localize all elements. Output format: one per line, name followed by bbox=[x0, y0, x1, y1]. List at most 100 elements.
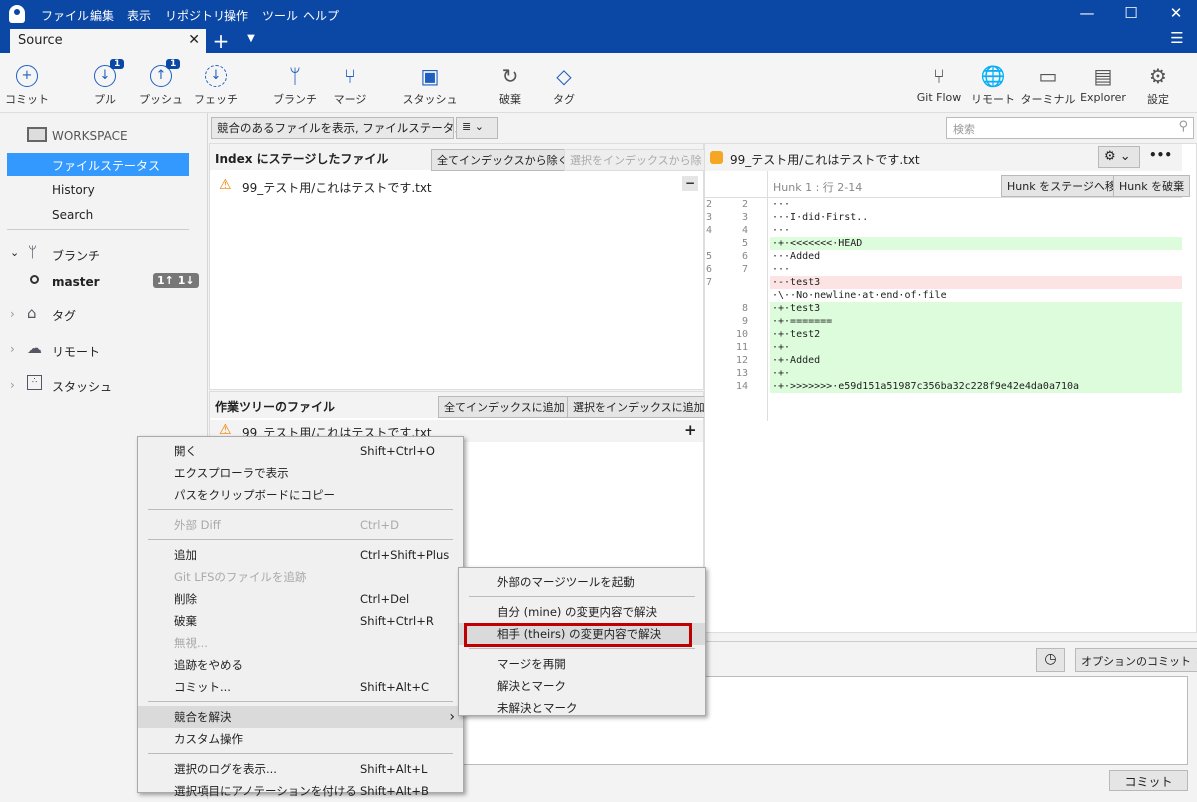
old-line-number: 7 bbox=[706, 277, 713, 288]
diff-line: 5 6 ···Added bbox=[704, 250, 1182, 263]
menu-item[interactable]: ヘルプ bbox=[303, 7, 339, 24]
menu-separator bbox=[469, 648, 695, 649]
context-menu-item[interactable]: エクスプローラで表示 bbox=[138, 462, 463, 484]
toolbar-label: マージ bbox=[333, 93, 367, 106]
search-input[interactable]: 検索 ⚲ bbox=[946, 117, 1194, 139]
chevron-right-icon[interactable]: › bbox=[10, 342, 15, 356]
menu-item-label: 外部 Diff bbox=[174, 518, 221, 532]
diff-line: 9 ·+·======= bbox=[704, 315, 1182, 328]
unstage-file-button[interactable]: − bbox=[682, 176, 698, 191]
context-menu-item[interactable]: 削除 Ctrl+Del bbox=[138, 588, 463, 610]
diff-settings-button[interactable]: ⚙ ⌄ bbox=[1098, 146, 1140, 168]
stage-selected-button[interactable]: 選択をインデックスに追加 bbox=[567, 396, 711, 418]
menu-item-label: 開く bbox=[174, 444, 197, 458]
old-line-number: 3 bbox=[706, 212, 713, 223]
sidebar-item-label: ファイルステータス bbox=[52, 159, 161, 173]
line-text: ·+· bbox=[770, 367, 1182, 380]
menu-item[interactable]: ファイル bbox=[41, 7, 89, 24]
submenu-item[interactable]: 外部のマージツールを起動 bbox=[459, 571, 705, 593]
context-menu: 開く Shift+Ctrl+O エクスプローラで表示 パスをクリップボードにコピー 外部… bbox=[137, 436, 464, 798]
filter-label: 競合のあるファイルを表示, ファイルステータス順 bbox=[217, 121, 478, 135]
context-menu-item[interactable]: 追加 Ctrl+Shift+Plus bbox=[138, 544, 463, 566]
chevron-down-icon[interactable]: ⌄ bbox=[10, 246, 19, 259]
unstage-all-button[interactable]: 全てインデックスから除く bbox=[431, 149, 575, 171]
menu-item-label: 未解決とマーク bbox=[497, 701, 578, 715]
minimize-button[interactable]: — bbox=[1077, 4, 1097, 22]
context-menu-item[interactable]: 追跡をやめる bbox=[138, 654, 463, 676]
discard-hunk-button[interactable]: Hunk を破棄 bbox=[1113, 175, 1191, 197]
context-menu-item[interactable]: 外部 Diff Ctrl+D bbox=[138, 514, 463, 536]
chevron-right-icon[interactable]: › bbox=[10, 307, 15, 321]
branch-icon: ᛘ bbox=[28, 243, 38, 261]
context-menu-item[interactable]: 開く Shift+Ctrl+O bbox=[138, 440, 463, 462]
view-mode-dropdown[interactable]: ≣ ⌄ bbox=[456, 117, 498, 139]
fetch-button[interactable]: ↓ フェッチ bbox=[181, 61, 251, 107]
line-text: ··· bbox=[772, 264, 791, 275]
unstage-selected-button[interactable]: 選択をインデックスから除く bbox=[564, 149, 719, 171]
tags-heading[interactable]: タグ bbox=[52, 307, 76, 324]
menu-item[interactable]: 操作 bbox=[224, 7, 248, 24]
tag-button[interactable]: ◇ タグ bbox=[529, 61, 599, 107]
old-line-number: 2 bbox=[706, 199, 713, 210]
submenu-item[interactable]: マージを再開 bbox=[459, 653, 705, 675]
context-menu-item[interactable]: カスタム操作 bbox=[138, 728, 463, 750]
close-tab-icon[interactable]: ✕ bbox=[188, 32, 200, 48]
line-text: ·-·test3 bbox=[770, 276, 1182, 289]
menu-item[interactable]: 表示 bbox=[127, 7, 151, 24]
gear-icon: ⚙ bbox=[1149, 64, 1167, 88]
new-tab-button[interactable]: + bbox=[211, 29, 231, 53]
submenu-item[interactable]: 未解決とマーク bbox=[459, 697, 705, 719]
menu-item-label: Git LFSのファイルを追跡 bbox=[174, 570, 307, 584]
submenu-item[interactable]: 相手 (theirs) の変更内容で解決 bbox=[459, 623, 705, 647]
line-text: ··· bbox=[772, 225, 791, 236]
chevron-right-icon[interactable]: › bbox=[10, 378, 15, 392]
submenu-item[interactable]: 解決とマーク bbox=[459, 675, 705, 697]
context-menu-item[interactable]: 競合を解決 › bbox=[138, 706, 463, 728]
maximize-button[interactable]: ☐ bbox=[1121, 4, 1141, 22]
menu-separator bbox=[148, 509, 453, 510]
filter-dropdown[interactable]: 競合のあるファイルを表示, ファイルステータス順 ⌄ bbox=[211, 117, 491, 139]
context-menu-item[interactable]: コミット... Shift+Alt+C bbox=[138, 676, 463, 698]
context-menu-item[interactable]: 無視... bbox=[138, 632, 463, 654]
new-line-number: 2 bbox=[741, 199, 748, 210]
remotes-heading[interactable]: リモート bbox=[52, 343, 100, 360]
stash-button[interactable]: ▣ スタッシュ bbox=[395, 61, 465, 107]
staged-file-item[interactable]: 99_テスト用/これはテストです.txt bbox=[242, 179, 432, 196]
context-menu-item[interactable]: 破棄 Shift+Ctrl+R bbox=[138, 610, 463, 632]
stashes-heading[interactable]: スタッシュ bbox=[52, 378, 112, 395]
menu-separator bbox=[148, 539, 453, 540]
menu-item[interactable]: ツール bbox=[262, 7, 298, 24]
plus-circle-button[interactable]: + コミット bbox=[0, 61, 62, 107]
branch-master[interactable]: master bbox=[52, 275, 100, 289]
context-menu-item[interactable]: パスをクリップボードにコピー bbox=[138, 484, 463, 506]
menu-item-label: コミット... bbox=[174, 680, 231, 694]
diff-header: 99_テスト用/これはテストです.txt ⚙ ⌄ ••• bbox=[705, 144, 1182, 171]
close-window-button[interactable]: ✕ bbox=[1166, 4, 1186, 22]
menu-item[interactable]: 編集 bbox=[90, 7, 114, 24]
new-line-number: 6 bbox=[741, 251, 748, 262]
sidebar-item-search[interactable]: Search bbox=[52, 208, 93, 222]
hamburger-menu-icon[interactable]: ☰ bbox=[1167, 29, 1187, 47]
sidebar-item-file-status[interactable]: ファイルステータス bbox=[7, 153, 189, 176]
merge-button[interactable]: ⑂ マージ bbox=[315, 61, 385, 107]
context-menu-item[interactable]: 選択のログを表示... Shift+Alt+L bbox=[138, 758, 463, 780]
gear-button[interactable]: ⚙ 設定 bbox=[1123, 61, 1193, 107]
stage-all-button[interactable]: 全てインデックスに追加 bbox=[438, 396, 571, 418]
menu-item[interactable]: リポジトリ bbox=[165, 7, 225, 24]
history-clock-button[interactable]: ◷ bbox=[1036, 648, 1065, 672]
tab-dropdown-icon[interactable]: ▼ bbox=[241, 33, 261, 44]
sidebar-item-history[interactable]: History bbox=[52, 183, 95, 197]
context-menu-item[interactable]: Git LFSのファイルを追跡 bbox=[138, 566, 463, 588]
branches-heading[interactable]: ブランチ bbox=[52, 247, 100, 264]
tab-source[interactable]: Source ✕ bbox=[10, 29, 206, 53]
stage-file-button[interactable]: + bbox=[684, 421, 697, 439]
more-options-icon[interactable]: ••• bbox=[1149, 148, 1172, 162]
menu-item-label: 自分 (mine) の変更内容で解決 bbox=[497, 605, 658, 619]
toolbar-label: コミット bbox=[5, 93, 49, 106]
commit-options-dropdown[interactable]: オプションのコミット ⌄ bbox=[1075, 648, 1197, 672]
submenu-item[interactable]: 自分 (mine) の変更内容で解決 bbox=[459, 601, 705, 623]
commit-button[interactable]: コミット bbox=[1109, 770, 1188, 791]
count-badge: 1 bbox=[166, 59, 181, 69]
workspace-heading: WORKSPACE bbox=[52, 129, 128, 143]
branch-status-badge: 1↑ 1↓ bbox=[153, 273, 199, 288]
